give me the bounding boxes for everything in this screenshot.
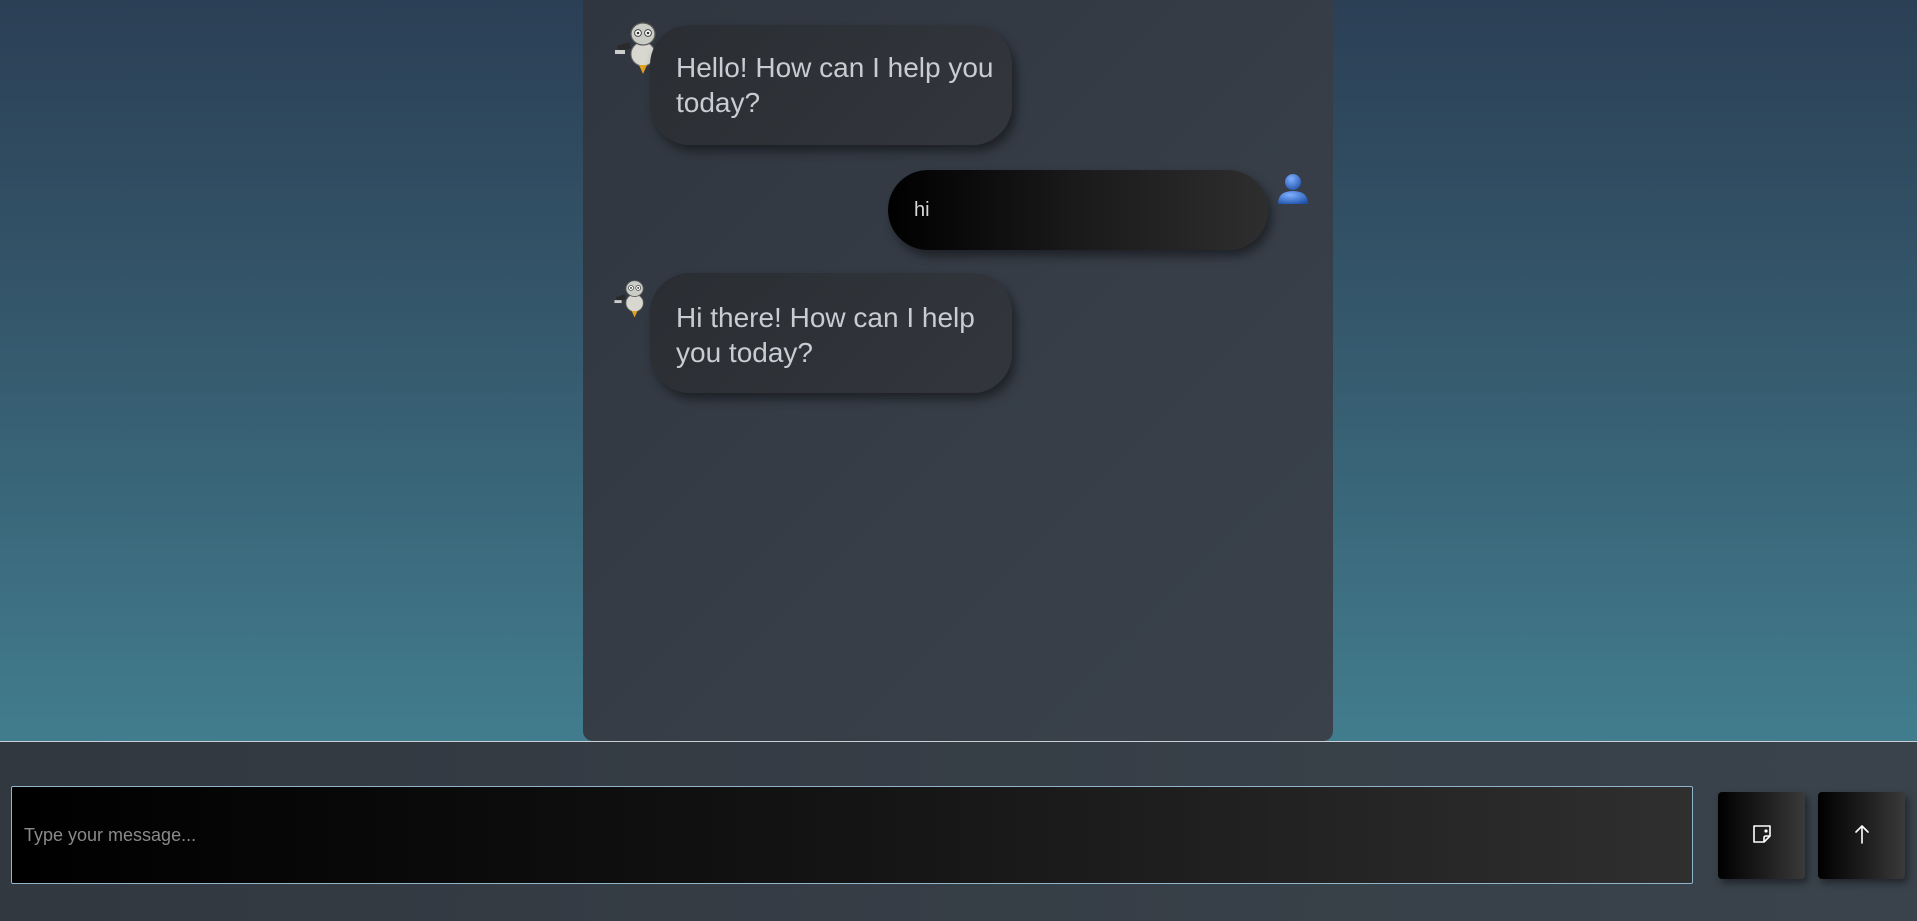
bot-bubble: Hi there! How can I help you today? bbox=[650, 273, 1012, 393]
bot-message: Hi there! How can I help you today? bbox=[583, 270, 1333, 400]
message-text-line: today? bbox=[676, 87, 761, 118]
arrow-up-icon bbox=[1852, 822, 1872, 849]
user-icon bbox=[1273, 168, 1313, 208]
bot-message: Hello! How can I help you today? bbox=[583, 0, 1333, 150]
chat-panel[interactable]: Hello! How can I help you today? hi Hi t… bbox=[583, 0, 1333, 741]
sticker-icon bbox=[1750, 822, 1774, 849]
sticker-button[interactable] bbox=[1718, 792, 1805, 879]
message-text-line: you today? bbox=[676, 337, 813, 368]
bot-bubble: Hello! How can I help you today? bbox=[650, 25, 1012, 145]
message-text-line: Hello! How can I help you bbox=[676, 52, 994, 83]
user-message: hi bbox=[583, 168, 1333, 252]
user-bubble: hi bbox=[888, 170, 1268, 250]
input-bar bbox=[0, 741, 1917, 921]
message-text-line: Hi there! How can I help bbox=[676, 302, 975, 333]
message-input[interactable] bbox=[11, 786, 1693, 884]
message-text: hi bbox=[914, 199, 930, 221]
send-button[interactable] bbox=[1818, 792, 1905, 879]
robot-icon bbox=[613, 278, 649, 318]
